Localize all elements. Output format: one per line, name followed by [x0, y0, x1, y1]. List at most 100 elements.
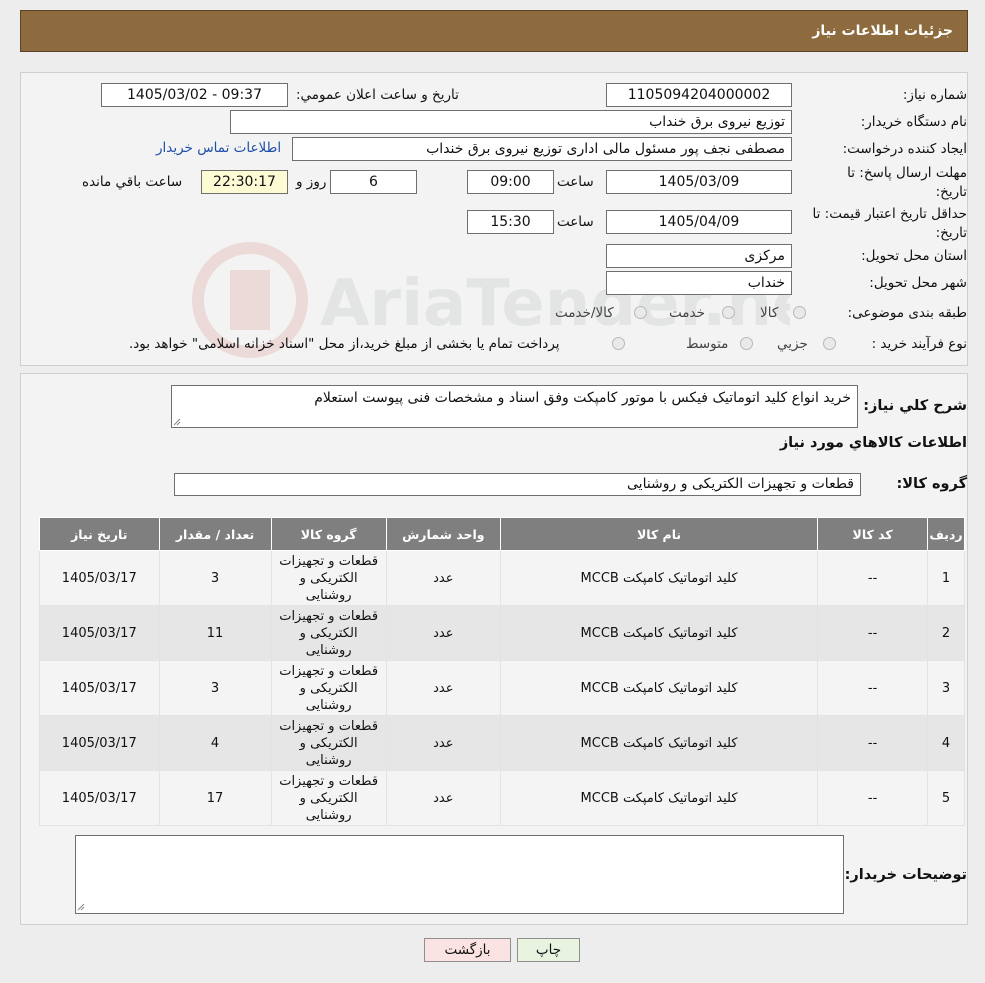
table-row: 2 -- کلید اتوماتیک کامپکت MCCB عدد قطعات و ت… [39, 605, 965, 661]
buyer-contact-link[interactable]: اطلاعات تماس خريدار [156, 140, 281, 156]
cell-row: 5 [927, 770, 965, 826]
table-row: 5 -- کلید اتوماتیک کامپکت MCCB عدد قطعات و ت… [39, 770, 965, 826]
cell-code: -- [817, 550, 929, 606]
cell-unit: عدد [385, 605, 501, 661]
cell-date: 1405/03/17 [39, 715, 160, 771]
cell-unit: عدد [385, 550, 501, 606]
cell-code: -- [817, 715, 929, 771]
process-label: نوع فرآيند خريد : [871, 336, 967, 352]
notes-label: توضيحات خريدار: [844, 867, 967, 883]
notes-textarea[interactable] [75, 835, 844, 914]
province-label: استان محل تحويل: [861, 248, 967, 264]
remaining-time-field: 22:30:17 [201, 170, 288, 194]
cell-name: کلید اتوماتیک کامپکت MCCB [499, 715, 819, 771]
col-unit: واحد شمارش [385, 517, 501, 551]
back-button[interactable]: بازگشت [424, 938, 511, 962]
announce-datetime-field: 1405/03/02 - 09:37 [101, 83, 288, 107]
col-group: گروه کالا [270, 517, 387, 551]
cell-date: 1405/03/17 [39, 770, 160, 826]
validity-date-field: 1405/04/09 [606, 210, 792, 234]
category-label: طبقه بندی موضوعی: [847, 305, 967, 321]
cell-unit: عدد [385, 770, 501, 826]
table-header-row: رديف کد کالا نام کالا واحد شمارش گروه کا… [39, 517, 965, 551]
cell-unit: عدد [385, 660, 501, 716]
cell-name: کلید اتوماتیک کامپکت MCCB [499, 770, 819, 826]
deadline-time-field: 09:00 [467, 170, 554, 194]
items-table: رديف کد کالا نام کالا واحد شمارش گروه کا… [39, 517, 965, 826]
page-header: جزئیات اطلاعات نیاز [20, 10, 968, 52]
process-radio-medium[interactable] [740, 337, 753, 350]
province-field: مرکزی [606, 244, 792, 268]
col-date: تاريخ نياز [39, 517, 160, 551]
cell-code: -- [817, 770, 929, 826]
cell-code: -- [817, 605, 929, 661]
cell-group: قطعات و تجهیزات الکتریکی و روشنایی [270, 605, 387, 661]
cell-group: قطعات و تجهیزات الکتریکی و روشنایی [270, 770, 387, 826]
cell-date: 1405/03/17 [39, 550, 160, 606]
table-row: 1 -- کلید اتوماتیک کامپکت MCCB عدد قطعات و ت… [39, 550, 965, 606]
cell-code: -- [817, 660, 929, 716]
category-radio-goods[interactable] [793, 306, 806, 319]
creator-label: ايجاد کننده درخواست: [842, 141, 967, 157]
process-option-medium: متوسط [686, 336, 729, 352]
deadline-time-label: ساعت [557, 174, 594, 190]
cell-row: 1 [927, 550, 965, 606]
cell-date: 1405/03/17 [39, 660, 160, 716]
cell-unit: عدد [385, 715, 501, 771]
announce-label: تاریخ و ساعت اعلان عمومي: [296, 87, 459, 103]
cell-name: کلید اتوماتیک کامپکت MCCB [499, 550, 819, 606]
treasury-checkbox[interactable] [612, 337, 625, 350]
page-title: جزئیات اطلاعات نیاز [812, 23, 953, 39]
cell-group: قطعات و تجهیزات الکتریکی و روشنایی [270, 660, 387, 716]
city-label: شهر محل تحويل: [869, 275, 967, 291]
category-radio-goods-service[interactable] [634, 306, 647, 319]
group-field: قطعات و تجهیزات الکتریکی و روشنایی [174, 473, 861, 496]
cell-qty: 11 [158, 605, 272, 661]
group-label: گروه کالا: [896, 476, 967, 492]
validity-time-label: ساعت [557, 214, 594, 230]
col-name: نام کالا [499, 517, 819, 551]
print-button[interactable]: چاپ [517, 938, 580, 962]
cell-qty: 3 [158, 660, 272, 716]
table-row: 3 -- کلید اتوماتیک کامپکت MCCB عدد قطعات و ت… [39, 660, 965, 716]
cell-row: 3 [927, 660, 965, 716]
remaining-label: ساعت باقي مانده [82, 174, 183, 190]
deadline-date-field: 1405/03/09 [606, 170, 792, 194]
city-field: خنداب [606, 271, 792, 295]
process-radio-minor[interactable] [823, 337, 836, 350]
category-option-service: خدمت [669, 305, 705, 321]
cell-row: 2 [927, 605, 965, 661]
days-field: 6 [330, 170, 417, 194]
description-label: شرح کلي نياز: [863, 398, 967, 414]
days-label: روز و [296, 174, 327, 190]
need-number-label: شماره نیاز: [902, 87, 967, 103]
goods-info-title: اطلاعات کالاهاي مورد نياز [779, 435, 967, 451]
resize-handle-icon [77, 903, 85, 911]
cell-qty: 4 [158, 715, 272, 771]
category-option-goods: کالا [760, 305, 779, 321]
creator-field: مصطفی نجف پور مسئول مالی اداری توزیع نیر… [292, 137, 792, 161]
cell-row: 4 [927, 715, 965, 771]
process-option-minor: جزیي [777, 336, 808, 352]
validity-time-field: 15:30 [467, 210, 554, 234]
col-qty: تعداد / مقدار [158, 517, 272, 551]
deadline-label: مهلت ارسال پاسخ: تا تاریخ: [847, 165, 967, 200]
resize-handle-icon [173, 418, 181, 426]
category-radio-service[interactable] [722, 306, 735, 319]
cell-qty: 17 [158, 770, 272, 826]
buyer-org-field: توزیع نیروی برق خنداب [230, 110, 792, 134]
description-textarea[interactable]: خرید انواع کلید اتوماتیک فیکس با موتور ک… [171, 385, 858, 428]
need-number-field: 1105094204000002 [606, 83, 792, 107]
cell-date: 1405/03/17 [39, 605, 160, 661]
category-option-goods-service: کالا/خدمت [555, 305, 614, 321]
validity-label: حداقل تاريخ اعتبار قيمت: تا تاریخ: [812, 206, 967, 241]
cell-group: قطعات و تجهیزات الکتریکی و روشنایی [270, 550, 387, 606]
col-code: کد کالا [817, 517, 929, 551]
cell-name: کلید اتوماتیک کامپکت MCCB [499, 605, 819, 661]
buyer-org-label: نام دستگاه خريدار: [860, 114, 967, 130]
cell-qty: 3 [158, 550, 272, 606]
table-row: 4 -- کلید اتوماتیک کامپکت MCCB عدد قطعات و ت… [39, 715, 965, 771]
cell-group: قطعات و تجهیزات الکتریکی و روشنایی [270, 715, 387, 771]
col-row: رديف [927, 517, 965, 551]
cell-name: کلید اتوماتیک کامپکت MCCB [499, 660, 819, 716]
